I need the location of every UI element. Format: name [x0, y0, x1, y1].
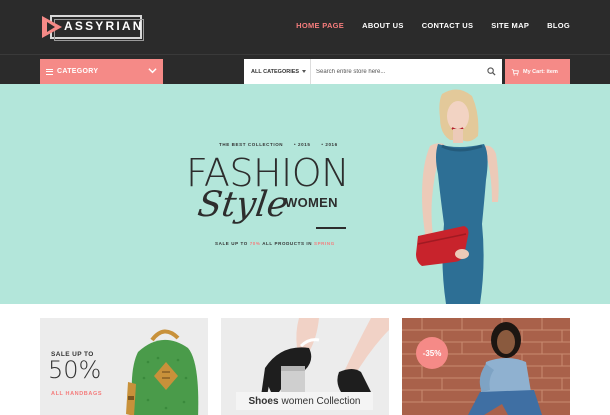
category-label: CATEGORY: [57, 68, 99, 75]
logo[interactable]: ASSYRIAN: [40, 13, 144, 42]
category-button[interactable]: CATEGORY: [40, 59, 163, 84]
hero-divider: [316, 227, 346, 229]
search-icon[interactable]: [487, 67, 496, 76]
nav-contact[interactable]: CONTACT US: [422, 21, 474, 30]
nav-home[interactable]: HOME PAGE: [296, 21, 344, 30]
shoes-caption-rest: women Collection: [281, 395, 361, 407]
chevron-down-icon: [148, 68, 157, 74]
hero-banner[interactable]: THE BEST COLLECTION • 2015 • 2016 FASHIO…: [0, 84, 610, 304]
logo-text: ASSYRIAN: [64, 19, 144, 33]
hero-year-2: • 2016: [321, 142, 338, 147]
model-seated-image: [468, 322, 542, 415]
promo-tile-handbags[interactable]: SALE UP TO 50% ALL HANDBAGS: [40, 318, 208, 415]
all-categories-select[interactable]: ALL CATEGORIES: [244, 59, 311, 84]
sale-suffix: ALL PRODUCTS IN: [262, 241, 313, 246]
cart-label: My Cart: item: [523, 68, 558, 75]
hero-collection: THE BEST COLLECTION: [219, 142, 284, 147]
all-categories-label: ALL CATEGORIES: [251, 68, 300, 75]
caret-down-icon: [302, 70, 307, 73]
sale-season: SPRING: [313, 241, 335, 246]
handbags-link-label: ALL HANDBAGS: [51, 391, 103, 397]
promo-tile-discount[interactable]: -35%: [402, 318, 570, 415]
hero-script: Style: [195, 185, 291, 225]
backpack-image: [126, 329, 199, 415]
main-nav: HOME PAGE ABOUT US CONTACT US SITE MAP B…: [296, 21, 570, 30]
model-image: [416, 89, 499, 304]
toolbar-row: CATEGORY ALL CATEGORIES My Cart: item: [0, 54, 610, 84]
sale-prefix: SALE UP TO: [215, 241, 248, 246]
shoes-caption-bold: Shoes: [248, 395, 279, 407]
promo-tile-shoes[interactable]: Shoes women Collection: [221, 318, 389, 415]
logo-mark-icon: [42, 16, 62, 38]
handbags-sale-percent: 50%: [48, 356, 102, 384]
search-input[interactable]: [312, 59, 477, 84]
cart-icon: [511, 68, 519, 76]
nav-about[interactable]: ABOUT US: [362, 21, 404, 30]
search-bar: ALL CATEGORIES: [244, 59, 502, 84]
menu-icon: [46, 68, 53, 75]
cart-button[interactable]: My Cart: item: [505, 59, 570, 84]
nav-blog[interactable]: BLOG: [547, 21, 570, 30]
discount-badge: -35%: [416, 337, 448, 369]
sale-percent: 70%: [249, 241, 261, 246]
hero-year-1: • 2015: [294, 142, 311, 147]
hero-women: WOMEN: [285, 195, 338, 210]
top-header: ASSYRIAN HOME PAGE ABOUT US CONTACT US S…: [0, 0, 610, 54]
hero-sale-text: SALE UP TO 70% ALL PRODUCTS IN SPRING: [215, 241, 335, 246]
nav-sitemap[interactable]: SITE MAP: [491, 21, 529, 30]
shoes-caption: Shoes women Collection: [236, 392, 373, 410]
hero-subtitle: THE BEST COLLECTION • 2015 • 2016: [219, 142, 338, 147]
